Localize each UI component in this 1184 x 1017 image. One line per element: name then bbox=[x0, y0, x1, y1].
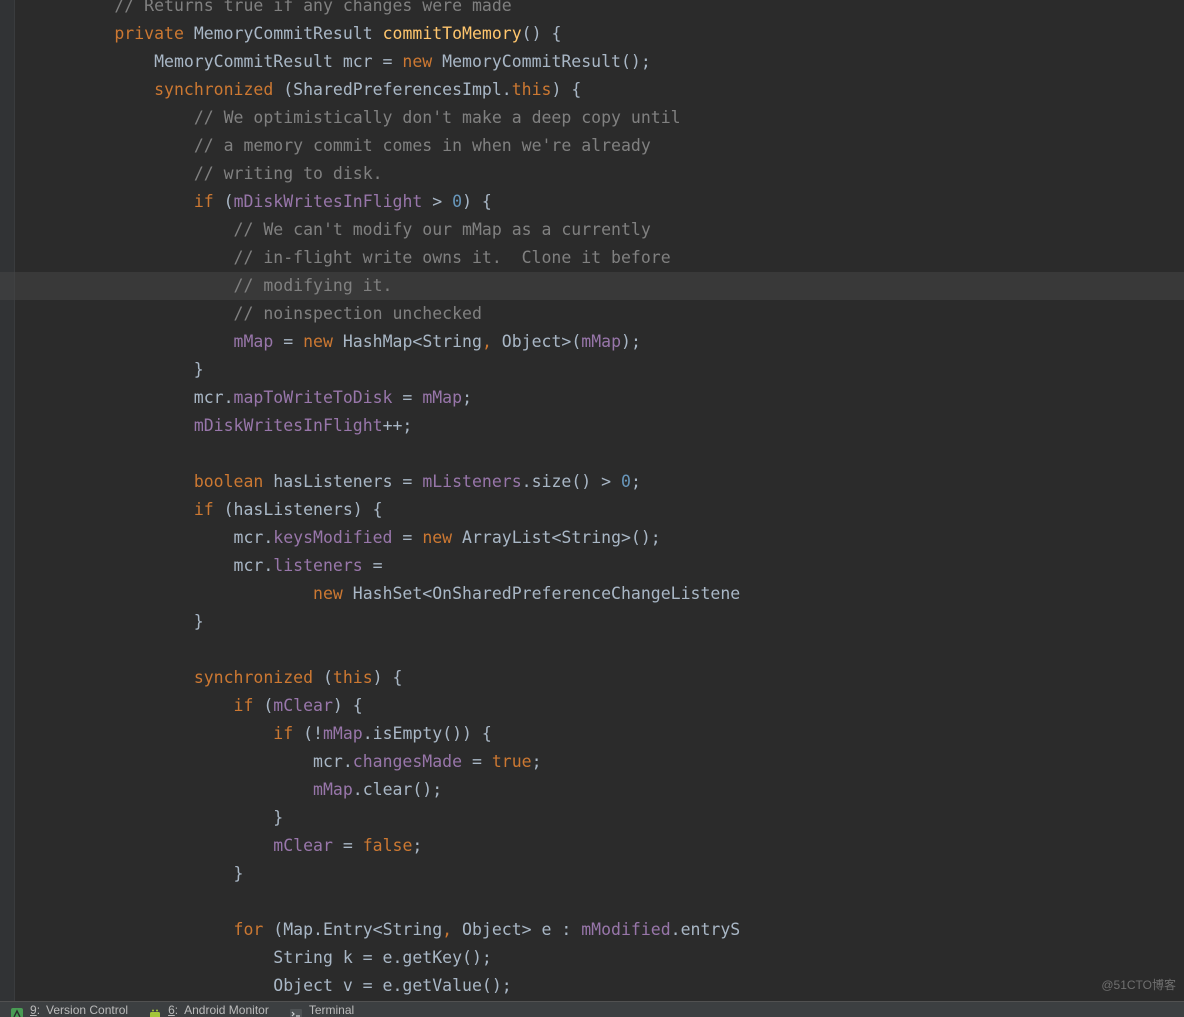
code-line[interactable]: // modifying it. bbox=[15, 272, 1184, 300]
code-line[interactable]: for (Map.Entry<String, Object> e : mModi… bbox=[15, 916, 1184, 944]
code-line[interactable]: mMap.clear(); bbox=[15, 776, 1184, 804]
editor-gutter bbox=[0, 0, 15, 1017]
code-line[interactable]: // We can't modify our mMap as a current… bbox=[15, 216, 1184, 244]
code-line[interactable]: // noinspection unchecked bbox=[15, 300, 1184, 328]
code-line[interactable]: } bbox=[15, 860, 1184, 888]
code-line[interactable]: // in-flight write owns it. Clone it bef… bbox=[15, 244, 1184, 272]
code-line[interactable]: // Returns true if any changes were made bbox=[15, 0, 1184, 20]
code-line[interactable]: mDiskWritesInFlight++; bbox=[15, 412, 1184, 440]
code-line[interactable]: // writing to disk. bbox=[15, 160, 1184, 188]
android-icon bbox=[148, 1003, 162, 1017]
code-line[interactable] bbox=[15, 888, 1184, 916]
toolwindow-label: Terminal bbox=[309, 1001, 354, 1017]
code-line[interactable]: mcr.listeners = bbox=[15, 552, 1184, 580]
toolwindow-version-control[interactable]: 9: Version Control bbox=[0, 1001, 138, 1017]
code-line[interactable] bbox=[15, 440, 1184, 468]
code-line[interactable]: if (mDiskWritesInFlight > 0) { bbox=[15, 188, 1184, 216]
code-line[interactable]: if (!mMap.isEmpty()) { bbox=[15, 720, 1184, 748]
code-line[interactable]: // a memory commit comes in when we're a… bbox=[15, 132, 1184, 160]
code-line[interactable]: if (mClear) { bbox=[15, 692, 1184, 720]
code-line[interactable]: synchronized (this) { bbox=[15, 664, 1184, 692]
code-line[interactable]: String k = e.getKey(); bbox=[15, 944, 1184, 972]
code-line[interactable]: MemoryCommitResult mcr = new MemoryCommi… bbox=[15, 48, 1184, 76]
code-line[interactable] bbox=[15, 636, 1184, 664]
code-line[interactable]: synchronized (SharedPreferencesImpl.this… bbox=[15, 76, 1184, 104]
code-line[interactable]: Object v = e.getValue(); bbox=[15, 972, 1184, 1000]
code-line[interactable]: } bbox=[15, 804, 1184, 832]
toolwindow-label: Android Monitor bbox=[184, 1001, 269, 1017]
code-line[interactable]: mcr.changesMade = true; bbox=[15, 748, 1184, 776]
code-line[interactable]: mcr.mapToWriteToDisk = mMap; bbox=[15, 384, 1184, 412]
code-line[interactable]: mMap = new HashMap<String, Object>(mMap)… bbox=[15, 328, 1184, 356]
toolwindow-terminal[interactable]: Terminal bbox=[279, 1001, 364, 1017]
code-line[interactable]: } bbox=[15, 356, 1184, 384]
code-line[interactable]: // We optimistically don't make a deep c… bbox=[15, 104, 1184, 132]
code-line[interactable]: new HashSet<OnSharedPreferenceChangeList… bbox=[15, 580, 1184, 608]
code-line[interactable]: boolean hasListeners = mListeners.size()… bbox=[15, 468, 1184, 496]
vcs-icon bbox=[10, 1003, 24, 1017]
code-editor[interactable]: // Returns true if any changes were made… bbox=[15, 0, 1184, 1000]
toolwindow-label: Version Control bbox=[46, 1001, 128, 1017]
bottom-tool-bar: 9: Version Control 6: Android Monitor Te… bbox=[0, 1001, 1184, 1017]
toolwindow-android-monitor[interactable]: 6: Android Monitor bbox=[138, 1001, 279, 1017]
code-line[interactable]: mClear = false; bbox=[15, 832, 1184, 860]
code-line[interactable]: private MemoryCommitResult commitToMemor… bbox=[15, 20, 1184, 48]
code-line[interactable]: if (hasListeners) { bbox=[15, 496, 1184, 524]
toolwindow-index: 6: bbox=[168, 1001, 178, 1017]
code-line[interactable]: mcr.keysModified = new ArrayList<String>… bbox=[15, 524, 1184, 552]
toolwindow-index: 9: bbox=[30, 1001, 40, 1017]
terminal-icon bbox=[289, 1003, 303, 1017]
code-line[interactable]: } bbox=[15, 608, 1184, 636]
